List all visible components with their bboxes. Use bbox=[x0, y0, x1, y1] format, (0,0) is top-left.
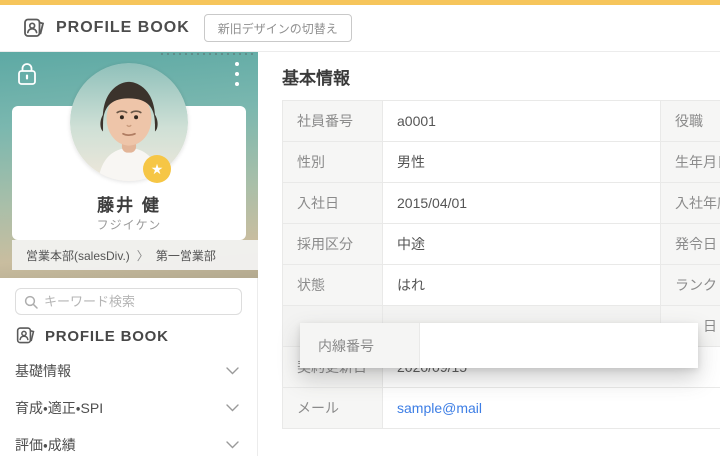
field-label: 生年月日 bbox=[661, 142, 720, 182]
field-value: sample@mail bbox=[383, 388, 720, 428]
table-row: 性別男性生年月日 bbox=[283, 142, 720, 183]
search-input[interactable] bbox=[44, 294, 241, 309]
email-link[interactable]: sample@mail bbox=[397, 400, 482, 416]
breadcrumb-separator: 〉 bbox=[137, 247, 149, 264]
app-header: PROFILE BOOK 新旧デザインの切替え bbox=[0, 5, 720, 52]
table-row: 入社日2015/04/01入社年度 bbox=[283, 183, 720, 224]
sidebar: ★ 藤井 健 フジイケン 営業本部(salesDiv.) 〉 第一営業部 bbox=[0, 52, 258, 456]
menu-item-label: 育成・適正・SPI bbox=[15, 398, 103, 418]
dragged-row-label: 内線番号 bbox=[300, 323, 420, 368]
field-label: 社員番号 bbox=[283, 101, 383, 141]
table-row: 状態はれランク bbox=[283, 265, 720, 306]
profile-book-badge-icon bbox=[22, 16, 47, 41]
field-label: 入社年度 bbox=[661, 183, 720, 223]
field-label: 入社日 bbox=[283, 183, 383, 223]
dots-decoration bbox=[159, 52, 254, 58]
avatar[interactable] bbox=[70, 63, 188, 181]
profile-card: ★ 藤井 健 フジイケン 営業本部(salesDiv.) 〉 第一営業部 bbox=[0, 52, 258, 278]
chevron-down-icon bbox=[226, 441, 239, 449]
field-value: 中途 bbox=[383, 224, 661, 264]
breadcrumb-dept[interactable]: 第一営業部 bbox=[156, 247, 216, 264]
sidebar-menu-item-1[interactable]: 育成・適正・SPI bbox=[0, 389, 257, 426]
profile-book-badge-icon bbox=[15, 325, 37, 347]
field-value: 2015/04/01 bbox=[383, 183, 661, 223]
field-label: 発令日 bbox=[661, 224, 720, 264]
field-value: 男性 bbox=[383, 142, 661, 182]
app-window: PROFILE BOOK 新旧デザインの切替え bbox=[0, 0, 720, 456]
sidebar-menu-item-0[interactable]: 基礎情報 bbox=[0, 352, 257, 389]
table-row: メール sample@mail bbox=[283, 388, 720, 429]
app-title: PROFILE BOOK bbox=[56, 19, 190, 37]
chevron-down-icon bbox=[226, 367, 239, 375]
design-toggle-button[interactable]: 新旧デザインの切替え bbox=[204, 14, 352, 42]
field-label: ランク bbox=[661, 265, 720, 305]
basic-info-table: 社員番号a0001役職性別男性生年月日入社日2015/04/01入社年度採用区分… bbox=[282, 100, 720, 429]
app-logo[interactable]: PROFILE BOOK bbox=[22, 16, 190, 41]
dragged-row-value bbox=[420, 323, 698, 368]
dragged-row-card[interactable]: 内線番号 bbox=[300, 323, 698, 368]
field-value: a0001 bbox=[383, 101, 661, 141]
field-value: はれ bbox=[383, 265, 661, 305]
menu-item-label: 基礎情報 bbox=[15, 361, 71, 381]
profile-kana: フジイケン bbox=[12, 216, 246, 233]
field-label: 採用区分 bbox=[283, 224, 383, 264]
page-title: 基本情報 bbox=[282, 64, 350, 89]
table-row: 採用区分中途発令日 bbox=[283, 224, 720, 265]
keyword-search bbox=[15, 288, 242, 315]
sidebar-section-title: PROFILE BOOK bbox=[15, 323, 169, 349]
field-label: 状態 bbox=[283, 265, 383, 305]
sidebar-menu-item-2[interactable]: 評価・成績 bbox=[0, 426, 257, 456]
chevron-down-icon bbox=[226, 404, 239, 412]
sidebar-menu: 基礎情報育成・適正・SPI 評価・成績 bbox=[0, 352, 257, 456]
table-row: 社員番号a0001役職 bbox=[283, 101, 720, 142]
search-icon bbox=[24, 295, 38, 309]
lock-icon[interactable] bbox=[14, 60, 40, 88]
star-badge-icon: ★ bbox=[143, 155, 171, 183]
field-label: 性別 bbox=[283, 142, 383, 182]
field-label: メール bbox=[283, 388, 383, 428]
menu-item-label: 評価・成績 bbox=[15, 435, 76, 455]
breadcrumb: 営業本部(salesDiv.) 〉 第一営業部 bbox=[12, 240, 258, 270]
breadcrumb-org[interactable]: 営業本部(salesDiv.) bbox=[26, 247, 130, 264]
card-menu-kebab-icon[interactable] bbox=[230, 62, 244, 90]
profile-name: 藤井 健 bbox=[12, 191, 246, 216]
field-label: 役職 bbox=[661, 101, 720, 141]
main-panel: 基本情報 社員番号a0001役職性別男性生年月日入社日2015/04/01入社年… bbox=[258, 52, 720, 456]
